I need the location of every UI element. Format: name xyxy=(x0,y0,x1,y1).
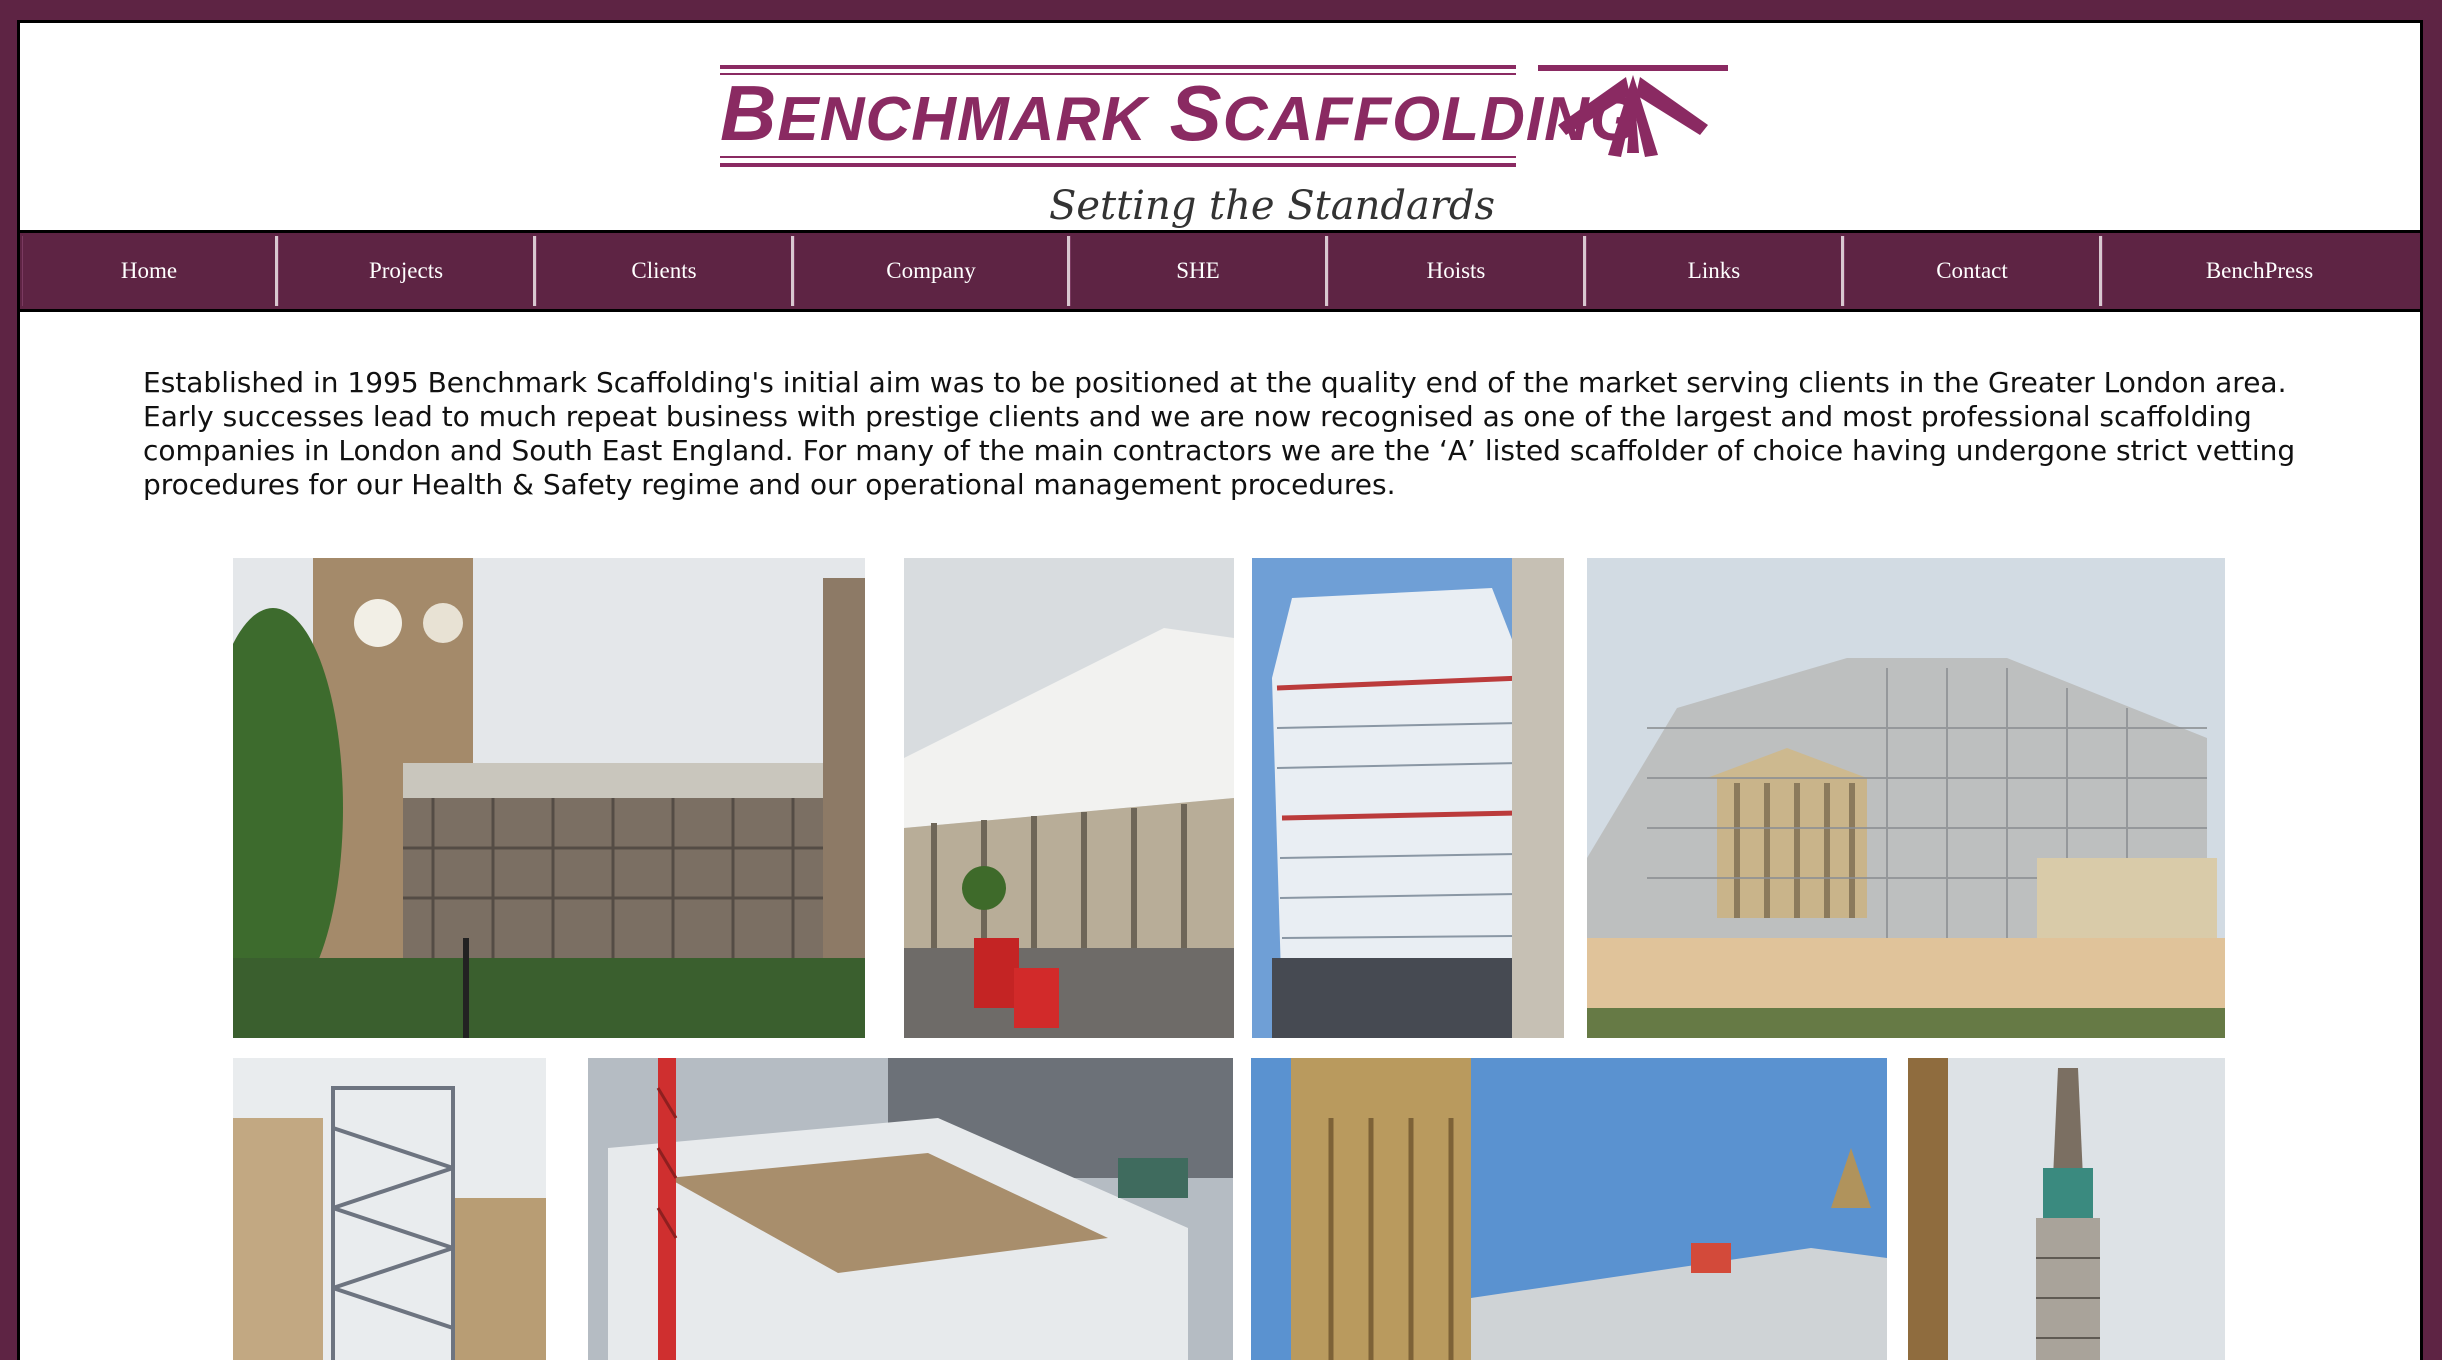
benchmark-arrow-icon xyxy=(1538,65,1728,157)
photo-big-ben[interactable] xyxy=(233,558,865,1038)
photo-classical-building[interactable] xyxy=(1587,558,2225,1038)
site-header: BENCHMARK SCAFFOLDING Setting the Standa… xyxy=(20,23,2420,230)
nav-clients[interactable]: Clients xyxy=(536,236,794,306)
logo-rule-bottom xyxy=(720,163,1516,167)
photo-tower-block-image xyxy=(1252,558,1564,1038)
photo-classical-building-image xyxy=(1587,558,2225,1038)
nav-links[interactable]: Links xyxy=(1586,236,1844,306)
brand-logo[interactable]: BENCHMARK SCAFFOLDING Setting the Standa… xyxy=(720,43,1750,233)
nav-contact[interactable]: Contact xyxy=(1844,236,2102,306)
nav-home[interactable]: Home xyxy=(22,236,278,306)
nav-hoists[interactable]: Hoists xyxy=(1328,236,1586,306)
photo-spire[interactable] xyxy=(1908,1058,2225,1360)
photo-department-store[interactable] xyxy=(904,558,1234,1038)
photo-big-ben-image xyxy=(233,558,865,1038)
nav-benchpress[interactable]: BenchPress xyxy=(2102,236,2416,306)
logo-rule-bottom-thin xyxy=(720,156,1516,158)
photo-stair-tower-image xyxy=(233,1058,546,1360)
logo-initial-s: S xyxy=(1169,69,1223,157)
logo-word-benchmark: ENCHMARK xyxy=(777,85,1147,154)
page-frame: BENCHMARK SCAFFOLDING Setting the Standa… xyxy=(17,20,2423,1360)
photo-stair-tower[interactable] xyxy=(233,1058,546,1360)
logo-initial-b: B xyxy=(720,69,778,157)
nav-company[interactable]: Company xyxy=(794,236,1070,306)
photo-tower-block[interactable] xyxy=(1252,558,1564,1038)
photo-department-store-image xyxy=(904,558,1234,1038)
nav-she[interactable]: SHE xyxy=(1070,236,1328,306)
photo-gothic-tower[interactable] xyxy=(1251,1058,1887,1360)
tagline: Setting the Standards xyxy=(1048,183,1496,229)
intro-paragraph: Established in 1995 Benchmark Scaffoldin… xyxy=(143,366,2296,501)
photo-gothic-tower-image xyxy=(1251,1058,1887,1360)
photo-spire-image xyxy=(1908,1058,2225,1360)
photo-rooftop-crane-site-image xyxy=(588,1058,1233,1360)
logo-wordmark: BENCHMARK SCAFFOLDING xyxy=(720,73,1638,160)
main-nav: Home Projects Clients Company SHE Hoists… xyxy=(20,230,2420,312)
logo-rule-top xyxy=(720,65,1516,69)
nav-projects[interactable]: Projects xyxy=(278,236,536,306)
photo-rooftop-crane-site[interactable] xyxy=(588,1058,1233,1360)
